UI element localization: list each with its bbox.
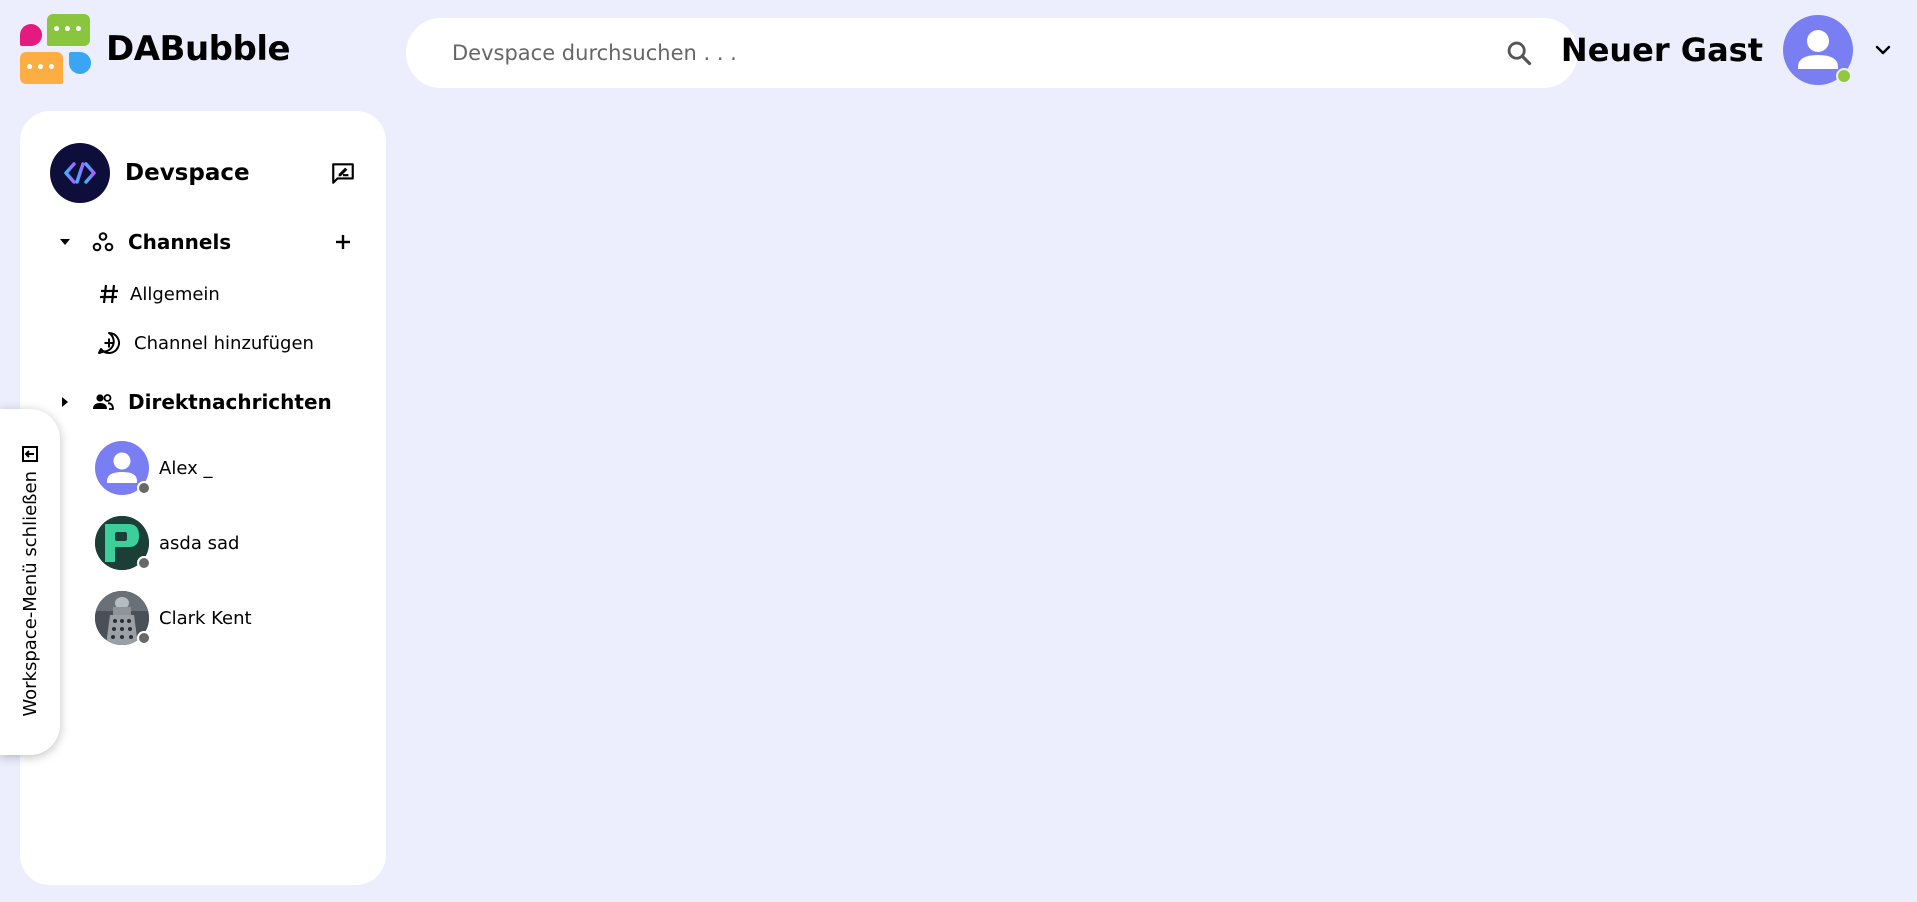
workspace-menu-toggle-button[interactable]: Workspace-Menü schließen xyxy=(0,409,60,755)
app-name: DABubble xyxy=(106,29,291,69)
chevron-down-icon[interactable] xyxy=(1873,40,1893,60)
add-channel-button[interactable]: Channel hinzufügen xyxy=(96,323,358,363)
channels-label: Channels xyxy=(128,230,232,254)
channel-item-label: Allgemein xyxy=(130,283,220,305)
hash-icon xyxy=(96,281,122,307)
add-channel-plus-icon[interactable] xyxy=(328,227,358,257)
add-comment-icon xyxy=(96,330,122,356)
offline-status-dot xyxy=(137,631,151,645)
app-logo[interactable]: ••• ••• DABubble xyxy=(20,14,291,84)
toggle-content: Workspace-Menü schließen xyxy=(16,443,44,723)
dm-item-asda-sad[interactable]: asda sad xyxy=(95,515,358,571)
dm-item-clark-kent[interactable]: Clark Kent xyxy=(95,590,358,646)
search-input[interactable] xyxy=(452,41,1504,65)
close-menu-icon xyxy=(19,443,41,465)
dm-user-name: asda sad xyxy=(159,532,240,554)
offline-status-dot xyxy=(137,481,151,495)
direct-messages-section-header[interactable]: Direktnachrichten xyxy=(50,382,358,422)
avatar xyxy=(95,516,151,570)
workspace-name: Devspace xyxy=(125,160,250,186)
channels-section-header[interactable]: Channels xyxy=(50,222,358,262)
dm-user-name: Clark Kent xyxy=(159,607,252,629)
dm-user-name: Alex _ xyxy=(159,457,213,479)
dm-item-alex[interactable]: Alex _ xyxy=(95,440,358,496)
workspace-logo-icon xyxy=(50,143,110,203)
toggle-label: Workspace-Menü schließen xyxy=(19,471,41,717)
workspace-header: Devspace xyxy=(50,143,358,203)
search-bar xyxy=(406,18,1578,88)
new-message-icon[interactable] xyxy=(328,158,358,188)
logo-mark-icon: ••• ••• xyxy=(20,14,92,84)
user-avatar[interactable] xyxy=(1783,15,1853,85)
search-icon[interactable] xyxy=(1504,38,1534,68)
user-name: Neuer Gast xyxy=(1560,31,1763,69)
avatar xyxy=(95,441,151,495)
workspaces-icon xyxy=(90,229,116,255)
user-menu[interactable]: Neuer Gast xyxy=(1561,14,1893,86)
avatar xyxy=(95,591,151,645)
add-channel-label: Channel hinzufügen xyxy=(134,332,314,354)
direct-messages-label: Direktnachrichten xyxy=(128,390,332,414)
online-status-dot xyxy=(1836,68,1852,84)
caret-right-icon[interactable] xyxy=(50,387,80,417)
app-root: ••• ••• DABubble Neuer Gast xyxy=(0,0,1917,902)
workspace-sidebar: Devspace Channels Allgemein Channel hinz… xyxy=(20,111,386,885)
people-icon xyxy=(90,389,116,415)
caret-down-icon[interactable] xyxy=(50,227,80,257)
offline-status-dot xyxy=(137,556,151,570)
channel-item-allgemein[interactable]: Allgemein xyxy=(96,274,358,314)
